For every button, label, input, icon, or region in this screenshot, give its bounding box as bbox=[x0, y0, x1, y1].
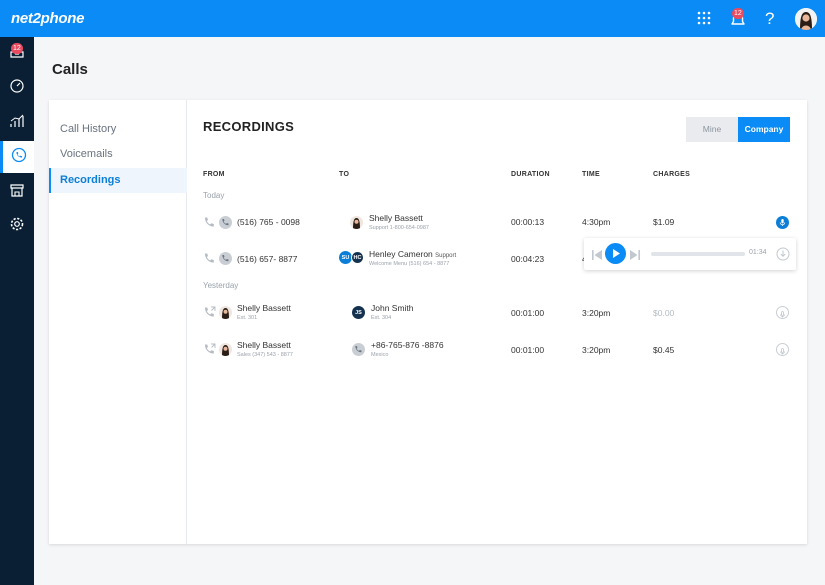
charges: $1.09 bbox=[653, 217, 675, 227]
progress-track[interactable] bbox=[651, 252, 745, 256]
avatar bbox=[350, 216, 363, 229]
from-contact: Shelly Bassett Ext. 301 bbox=[237, 303, 291, 321]
section-title: RECORDINGS bbox=[203, 119, 295, 134]
from-number: (516) 765 - 0098 bbox=[237, 217, 300, 227]
duration: 00:01:00 bbox=[511, 308, 545, 318]
to-sub: Mexico bbox=[371, 352, 389, 358]
duration: 00:04:23 bbox=[511, 254, 545, 264]
avatar-initials: HC bbox=[351, 251, 364, 264]
column-header-from: FROM bbox=[203, 171, 225, 178]
sidebar-item-dashboard[interactable] bbox=[0, 72, 34, 104]
analytics-icon bbox=[9, 113, 25, 134]
to-name: Henley Cameron bbox=[369, 249, 433, 259]
sidebar-item-calls[interactable] bbox=[0, 141, 34, 173]
avatar bbox=[219, 343, 232, 356]
microphone-icon[interactable] bbox=[776, 306, 789, 319]
table-row[interactable]: Shelly Bassett Sales (347) 543 - 8877 +8… bbox=[187, 332, 807, 368]
grid-icon[interactable] bbox=[697, 11, 711, 31]
to-contact: John Smith Ext. 304 bbox=[371, 303, 414, 321]
table-row[interactable]: (516) 765 - 0098 Shelly Bassett Support … bbox=[187, 205, 807, 241]
incoming-call-icon bbox=[203, 252, 216, 265]
phone-icon bbox=[11, 147, 27, 168]
phone-icon bbox=[352, 343, 365, 356]
to-sub: Welcome Menu (516) 654 - 8877 bbox=[369, 261, 450, 267]
phone-icon bbox=[219, 216, 232, 229]
sidebar: 12 bbox=[0, 37, 34, 585]
from-sub: Ext. 301 bbox=[237, 315, 258, 321]
table-row[interactable]: Shelly Bassett Ext. 301 JS John Smith Ex… bbox=[187, 295, 807, 331]
column-header-to: TO bbox=[339, 171, 350, 178]
avatar-initials: JS bbox=[352, 306, 365, 319]
play-icon bbox=[605, 249, 626, 268]
charges: $0.00 bbox=[653, 308, 675, 318]
to-tag: Support bbox=[435, 253, 457, 259]
to-contact: +86-765-876 -8876 Mexico bbox=[371, 340, 444, 358]
outgoing-call-icon bbox=[203, 306, 216, 319]
sidebar-item-store[interactable] bbox=[0, 176, 34, 208]
sub-navigation: Call History Voicemails Recordings bbox=[49, 100, 187, 544]
to-contact: Shelly Bassett Support 1-800-654-0987 bbox=[369, 213, 429, 231]
time: 3:20pm bbox=[582, 345, 611, 355]
playback-time: 01:34 bbox=[749, 249, 767, 256]
duration: 00:00:13 bbox=[511, 217, 545, 227]
top-bar: net2phone 12 ? bbox=[0, 0, 825, 37]
column-header-duration: DURATION bbox=[511, 171, 550, 178]
avatar bbox=[219, 306, 232, 319]
app-logo[interactable]: net2phone bbox=[11, 10, 84, 27]
inbox-badge: 12 bbox=[11, 43, 23, 54]
to-sub: Ext. 304 bbox=[371, 315, 392, 321]
download-icon[interactable] bbox=[776, 247, 790, 266]
notification-badge: 12 bbox=[732, 8, 744, 19]
time: 4:30pm bbox=[582, 217, 611, 227]
sidebar-item-settings[interactable] bbox=[0, 210, 34, 242]
user-avatar[interactable] bbox=[795, 8, 817, 30]
duration: 00:01:00 bbox=[511, 345, 545, 355]
settings-icon bbox=[9, 216, 25, 237]
from-number: (516) 657- 8877 bbox=[237, 254, 298, 264]
skip-forward-icon[interactable] bbox=[630, 248, 640, 266]
to-name: John Smith bbox=[371, 303, 414, 313]
scope-toggle: Mine Company bbox=[686, 117, 790, 142]
from-name: Shelly Bassett bbox=[237, 340, 291, 350]
outgoing-call-icon bbox=[203, 343, 216, 356]
group-label-yesterday: Yesterday bbox=[203, 281, 239, 290]
store-icon bbox=[9, 182, 25, 203]
column-header-charges: CHARGES bbox=[653, 171, 691, 178]
subnav-item-call-history[interactable]: Call History bbox=[49, 117, 187, 142]
play-button[interactable] bbox=[605, 243, 626, 264]
group-label-today: Today bbox=[203, 191, 225, 200]
audio-player: 01:34 bbox=[584, 238, 796, 270]
from-name: Shelly Bassett bbox=[237, 303, 291, 313]
recordings-card: Call History Voicemails Recordings RECOR… bbox=[49, 100, 807, 544]
from-contact: Shelly Bassett Sales (347) 543 - 8877 bbox=[237, 340, 293, 358]
toggle-mine-button[interactable]: Mine bbox=[686, 117, 738, 142]
toggle-company-button[interactable]: Company bbox=[738, 117, 790, 142]
to-contact: Henley Cameron Support Welcome Menu (516… bbox=[369, 249, 456, 267]
to-name: +86-765-876 -8876 bbox=[371, 340, 444, 350]
skip-back-icon[interactable] bbox=[592, 248, 602, 266]
help-icon[interactable]: ? bbox=[765, 9, 774, 29]
microphone-icon[interactable] bbox=[776, 343, 789, 356]
sidebar-item-analytics[interactable] bbox=[0, 107, 34, 139]
to-name: Shelly Bassett bbox=[369, 213, 423, 223]
subnav-item-voicemails[interactable]: Voicemails bbox=[49, 142, 187, 167]
to-sub: Support 1-800-654-0987 bbox=[369, 225, 429, 231]
incoming-call-icon bbox=[203, 216, 216, 229]
charges: $0.45 bbox=[653, 345, 675, 355]
page-title: Calls bbox=[52, 61, 88, 78]
column-header-time: TIME bbox=[582, 171, 600, 178]
phone-icon bbox=[219, 252, 232, 265]
microphone-icon[interactable] bbox=[776, 216, 789, 229]
time: 3:20pm bbox=[582, 308, 611, 318]
dashboard-icon bbox=[9, 78, 25, 99]
from-sub: Sales (347) 543 - 8877 bbox=[237, 352, 293, 358]
subnav-item-recordings[interactable]: Recordings bbox=[49, 168, 187, 193]
